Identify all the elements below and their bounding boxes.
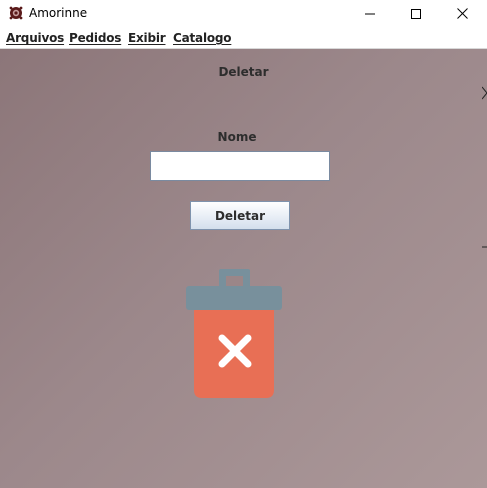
- menu-catalogo[interactable]: Catalogo: [173, 31, 232, 45]
- trash-delete-icon: [186, 269, 282, 398]
- nome-input[interactable]: [150, 151, 330, 181]
- minimize-button[interactable]: [347, 0, 393, 27]
- menu-pedidos[interactable]: Pedidos: [69, 31, 121, 45]
- menu-arquivos[interactable]: Arquivos: [6, 31, 64, 45]
- content-panel: Deletar Nome Deletar: [0, 49, 487, 488]
- nome-label: Nome: [217, 130, 257, 144]
- menu-exibir[interactable]: Exibir: [128, 31, 166, 45]
- menu-bar: Arquivos Pedidos Exibir Catalogo: [0, 27, 487, 49]
- maximize-icon: [411, 8, 421, 19]
- page-heading: Deletar: [218, 65, 269, 79]
- app-logo-icon: [9, 6, 23, 20]
- window-title: Amorinne: [29, 6, 88, 20]
- minimize-icon: [365, 13, 375, 14]
- close-button[interactable]: [439, 0, 485, 27]
- delete-button[interactable]: Deletar: [190, 201, 290, 230]
- edge-artifact: [482, 86, 487, 100]
- app-window: Amorinne Arquivos Pedidos Exibir Catalog…: [0, 0, 487, 488]
- close-icon: [456, 8, 468, 19]
- maximize-button[interactable]: [393, 0, 439, 27]
- edge-artifact: [482, 246, 487, 248]
- title-bar: Amorinne: [0, 0, 487, 27]
